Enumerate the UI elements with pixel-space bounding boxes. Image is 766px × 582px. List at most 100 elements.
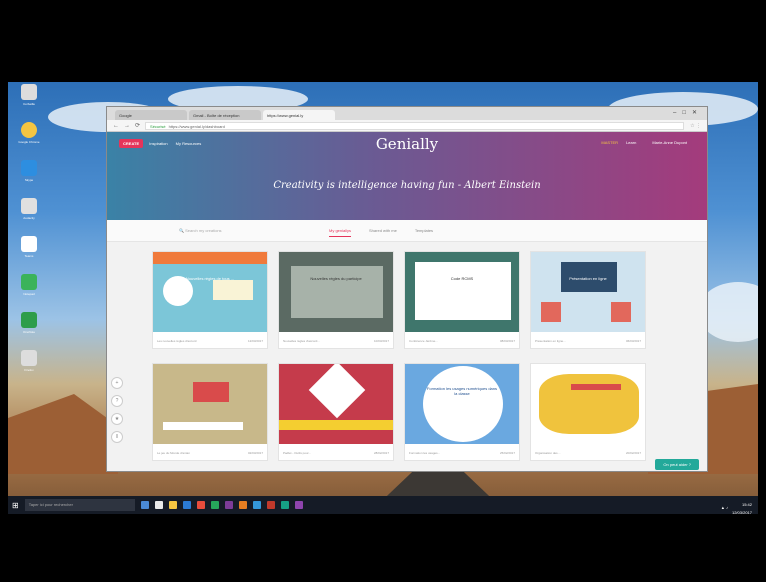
thumbnail-headline: Lire en classe : à la façon... xyxy=(311,388,361,393)
taskbar-app-icon[interactable] xyxy=(224,501,233,509)
desktop-icon[interactable]: Notepad xyxy=(12,274,46,308)
creation-thumbnail[interactable] xyxy=(531,364,645,444)
card-footer: Conférence Jérôme... 08/03/2017 xyxy=(405,332,519,350)
help-tool-button[interactable]: ? xyxy=(111,395,123,407)
firefox-icon xyxy=(21,350,37,366)
browser-tab-active[interactable]: https://www.genial.ly xyxy=(263,110,335,120)
thumbnail-headline: Formation les usages numériques dans la … xyxy=(426,386,498,396)
card-date: 02/03/2017 xyxy=(247,451,263,455)
reload-icon[interactable]: ⟳ xyxy=(135,122,140,129)
pause-tool-button[interactable]: ǁ xyxy=(111,431,123,443)
network-icon[interactable]: ▲ ♪ xyxy=(721,505,728,510)
clock-time: 15:42 xyxy=(741,502,752,507)
creation-card[interactable]: Nouvelles règles du participe Nouvelles r… xyxy=(278,251,394,349)
sub-nav: 🔍 Search my creations My geniallys Share… xyxy=(107,220,707,242)
search-input[interactable]: 🔍 Search my creations xyxy=(179,228,222,233)
creation-card[interactable]: Lire en classe : à la façon... Padlet - O… xyxy=(278,363,394,461)
desktop-icon[interactable]: Audacity xyxy=(12,198,46,232)
help-chat-button[interactable]: On peut aider ? xyxy=(655,459,699,470)
learn-link[interactable]: Learn xyxy=(626,140,636,145)
creation-thumbnail[interactable] xyxy=(153,364,267,444)
thumbnail-headline: Code RCMS xyxy=(450,276,474,281)
card-title[interactable]: Nouvelles règles d'accord... xyxy=(283,339,320,343)
card-date: 25/02/2017 xyxy=(499,451,515,455)
creation-thumbnail[interactable]: Nouvelles règles de tous ... xyxy=(153,252,267,332)
taskbar-app-icon[interactable] xyxy=(252,501,261,509)
desktop-icon[interactable]: Corbeille xyxy=(12,84,46,118)
master-badge[interactable]: MASTER xyxy=(601,140,618,145)
creation-thumbnail[interactable]: Formation les usages numériques dans la … xyxy=(405,364,519,444)
thumbnail-headline: Nouvelles règles de tous ... xyxy=(185,276,235,281)
desktop-icon-label: Audacity xyxy=(23,216,35,220)
taskbar-app-icon[interactable] xyxy=(210,501,219,509)
forward-icon[interactable]: → xyxy=(124,123,130,129)
taskbar: ⊞ Taper ici pour rechercher ▲ ♪ 15:42 12… xyxy=(8,496,758,515)
card-title[interactable]: Padlet - Outils pour... xyxy=(283,451,311,455)
browser-tab[interactable]: Google xyxy=(115,110,187,120)
card-title[interactable]: Les nouvelles règles d'accord xyxy=(157,339,196,343)
card-title[interactable]: Formation les usages... xyxy=(409,451,440,455)
taskbar-search[interactable]: Taper ici pour rechercher xyxy=(24,499,135,511)
taskbar-app-icon[interactable] xyxy=(294,501,303,509)
desktop-icon[interactable]: OneNote xyxy=(12,312,46,346)
url-input[interactable]: Sécurisé https://www.genial.ly/dashboard xyxy=(145,121,685,130)
star-icon[interactable]: ☆ ⋮ xyxy=(690,123,701,129)
card-footer: Padlet - Outils pour... 28/02/2017 xyxy=(279,444,393,462)
card-title[interactable]: Conférence Jérôme... xyxy=(409,339,438,343)
windows-start-icon[interactable]: ⊞ xyxy=(12,501,19,510)
nav-link-inspiration[interactable]: Inspiration xyxy=(149,141,167,146)
address-bar: ← → ⟳ Sécurisé https://www.genial.ly/dash… xyxy=(107,120,707,132)
desktop-icon[interactable]: Skype xyxy=(12,160,46,194)
tab-templates[interactable]: Templates xyxy=(415,228,433,237)
tab-shared[interactable]: Shared with me xyxy=(369,228,397,237)
desktop-icon[interactable]: Teams xyxy=(12,236,46,270)
window-controls[interactable]: –□✕ xyxy=(673,109,703,116)
nav-link-resources[interactable]: My Resources xyxy=(176,141,202,146)
taskbar-app-icon[interactable] xyxy=(266,501,275,509)
creation-thumbnail[interactable]: Présentation en ligne xyxy=(531,252,645,332)
side-tools: + ? ★ ǁ xyxy=(111,377,123,443)
creation-thumbnail[interactable]: Code RCMS xyxy=(405,252,519,332)
top-nav: CREATE Inspiration My Resources Genially… xyxy=(107,132,707,154)
card-footer: Nouvelles règles d'accord... 10/03/2017 xyxy=(279,332,393,350)
taskbar-app-icon[interactable] xyxy=(168,501,177,509)
creation-card[interactable]: Nouvelles règles de tous ... Les nouvelle… xyxy=(152,251,268,349)
creation-card[interactable]: Présentation en ligne Présentation en lig… xyxy=(530,251,646,349)
taskbar-app-icon[interactable] xyxy=(238,501,247,509)
browser-tab[interactable]: Gmail - Boîte de réception xyxy=(189,110,261,120)
taskbar-app-icon[interactable] xyxy=(154,501,163,509)
taskbar-apps xyxy=(140,501,309,509)
card-date: 10/03/2017 xyxy=(373,339,389,343)
taskbar-app-icon[interactable] xyxy=(182,501,191,509)
card-title[interactable]: Le jeu du Monde d'antan xyxy=(157,451,190,455)
desktop-icon-label: Firefox xyxy=(24,368,34,372)
secure-label: Sécurisé xyxy=(150,123,166,129)
chrome-icon xyxy=(21,122,37,138)
card-title[interactable]: Présentation en ligne... xyxy=(535,339,566,343)
creation-card[interactable]: Le jeu du Monde d'antan 02/03/2017 xyxy=(152,363,268,461)
user-menu[interactable]: Marie-Anne Dupont xyxy=(652,140,687,145)
favorite-tool-button[interactable]: ★ xyxy=(111,413,123,425)
creation-thumbnail[interactable]: Nouvelles règles du participe xyxy=(279,252,393,332)
taskbar-app-icon[interactable] xyxy=(140,501,149,509)
creation-card[interactable]: Code RCMS Conférence Jérôme... 08/03/2017 xyxy=(404,251,520,349)
desktop-icon[interactable]: Google Chrome xyxy=(12,122,46,156)
creation-card[interactable]: Organisation des… 20/02/2017 xyxy=(530,363,646,461)
subtabs: My geniallys Shared with me Templates xyxy=(329,228,433,237)
tab-my-geniallys[interactable]: My geniallys xyxy=(329,228,352,237)
taskbar-app-icon[interactable] xyxy=(196,501,205,509)
creation-thumbnail[interactable]: Lire en classe : à la façon... xyxy=(279,364,393,444)
card-date: 12/03/2017 xyxy=(247,339,263,343)
site-header: CREATE Inspiration My Resources Genially… xyxy=(107,132,707,220)
clock[interactable]: 15:42 12/03/2017 xyxy=(732,499,752,515)
desktop-icon[interactable]: Firefox xyxy=(12,350,46,384)
create-button[interactable]: CREATE xyxy=(119,138,144,148)
back-icon[interactable]: ← xyxy=(113,123,119,129)
card-title[interactable]: Organisation des… xyxy=(535,451,561,455)
genially-logo[interactable]: Genially xyxy=(376,135,438,153)
taskbar-app-icon[interactable] xyxy=(280,501,289,509)
add-tool-button[interactable]: + xyxy=(111,377,123,389)
desktop-icon-label: Corbeille xyxy=(23,102,35,106)
creation-card[interactable]: Formation les usages numériques dans la … xyxy=(404,363,520,461)
header-quote: Creativity is intelligence having fun - … xyxy=(273,180,541,191)
